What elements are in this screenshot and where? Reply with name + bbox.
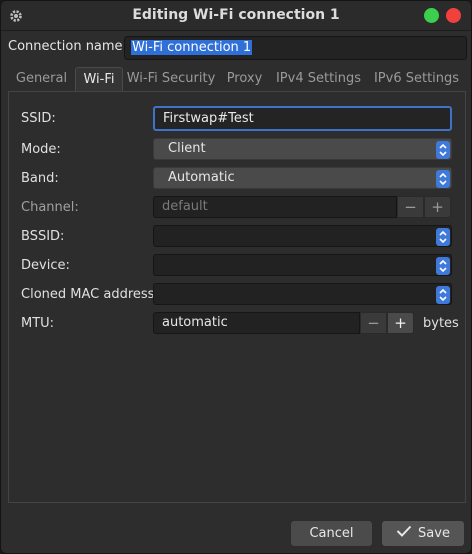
mtu-spinbox[interactable]: automatic (153, 312, 360, 334)
mtu-unit-label: bytes (423, 316, 459, 331)
band-label: Band: (21, 171, 59, 186)
cancel-button[interactable]: Cancel (290, 520, 373, 547)
connection-name-label: Connection name: (8, 39, 127, 54)
cloned-mac-combobox[interactable] (153, 283, 452, 305)
tab-ipv4-settings[interactable]: IPv4 Settings (270, 67, 367, 92)
save-button[interactable]: Save (381, 520, 465, 547)
device-label: Device: (21, 258, 70, 273)
tab-ipv6-settings[interactable]: IPv6 Settings (367, 67, 466, 92)
mode-value: Client (168, 141, 206, 156)
maximize-button[interactable] (424, 8, 439, 23)
mode-select[interactable]: Client (153, 138, 452, 160)
tab-bar: General Wi-Fi Wi-Fi Security Proxy IPv4 … (8, 67, 466, 92)
device-combobox[interactable] (153, 254, 452, 276)
mtu-label: MTU: (21, 316, 55, 331)
ssid-label: SSID: (21, 111, 56, 126)
updown-arrow-icon (436, 170, 450, 188)
updown-arrow-icon (436, 257, 450, 275)
ssid-input[interactable]: Firstwap#Test (153, 106, 452, 131)
window-title: Editing Wi-Fi connection 1 (132, 7, 340, 23)
updown-arrow-icon (436, 141, 450, 159)
checkmark-icon (396, 521, 412, 546)
connection-name-input[interactable]: Wi-Fi connection 1 (124, 36, 467, 60)
updown-arrow-icon (436, 286, 450, 304)
bssid-label: BSSID: (21, 229, 65, 244)
tab-proxy[interactable]: Proxy (219, 67, 270, 92)
band-select[interactable]: Automatic (153, 167, 452, 189)
mtu-decrement-button[interactable]: − (360, 312, 387, 334)
titlebar: Editing Wi-Fi connection 1 (1, 1, 471, 31)
mtu-increment-button[interactable]: + (387, 312, 414, 334)
connection-name-value: Wi-Fi connection 1 (131, 40, 253, 55)
channel-increment-button[interactable]: + (424, 196, 451, 218)
updown-arrow-icon (436, 228, 450, 246)
channel-spinbox[interactable]: default (153, 196, 397, 218)
channel-label: Channel: (21, 200, 79, 215)
tab-wifi-security[interactable]: Wi-Fi Security (123, 67, 219, 92)
bssid-combobox[interactable] (153, 225, 452, 247)
save-label: Save (418, 526, 450, 541)
band-value: Automatic (168, 170, 235, 185)
close-button[interactable] (446, 8, 461, 23)
tab-general[interactable]: General (8, 67, 75, 92)
tab-wifi[interactable]: Wi-Fi (75, 67, 123, 92)
channel-decrement-button[interactable]: − (397, 196, 424, 218)
cloned-mac-label: Cloned MAC address: (21, 287, 159, 302)
connection-editor-window: Editing Wi-Fi connection 1 Connection na… (0, 0, 472, 554)
mode-label: Mode: (21, 142, 61, 157)
